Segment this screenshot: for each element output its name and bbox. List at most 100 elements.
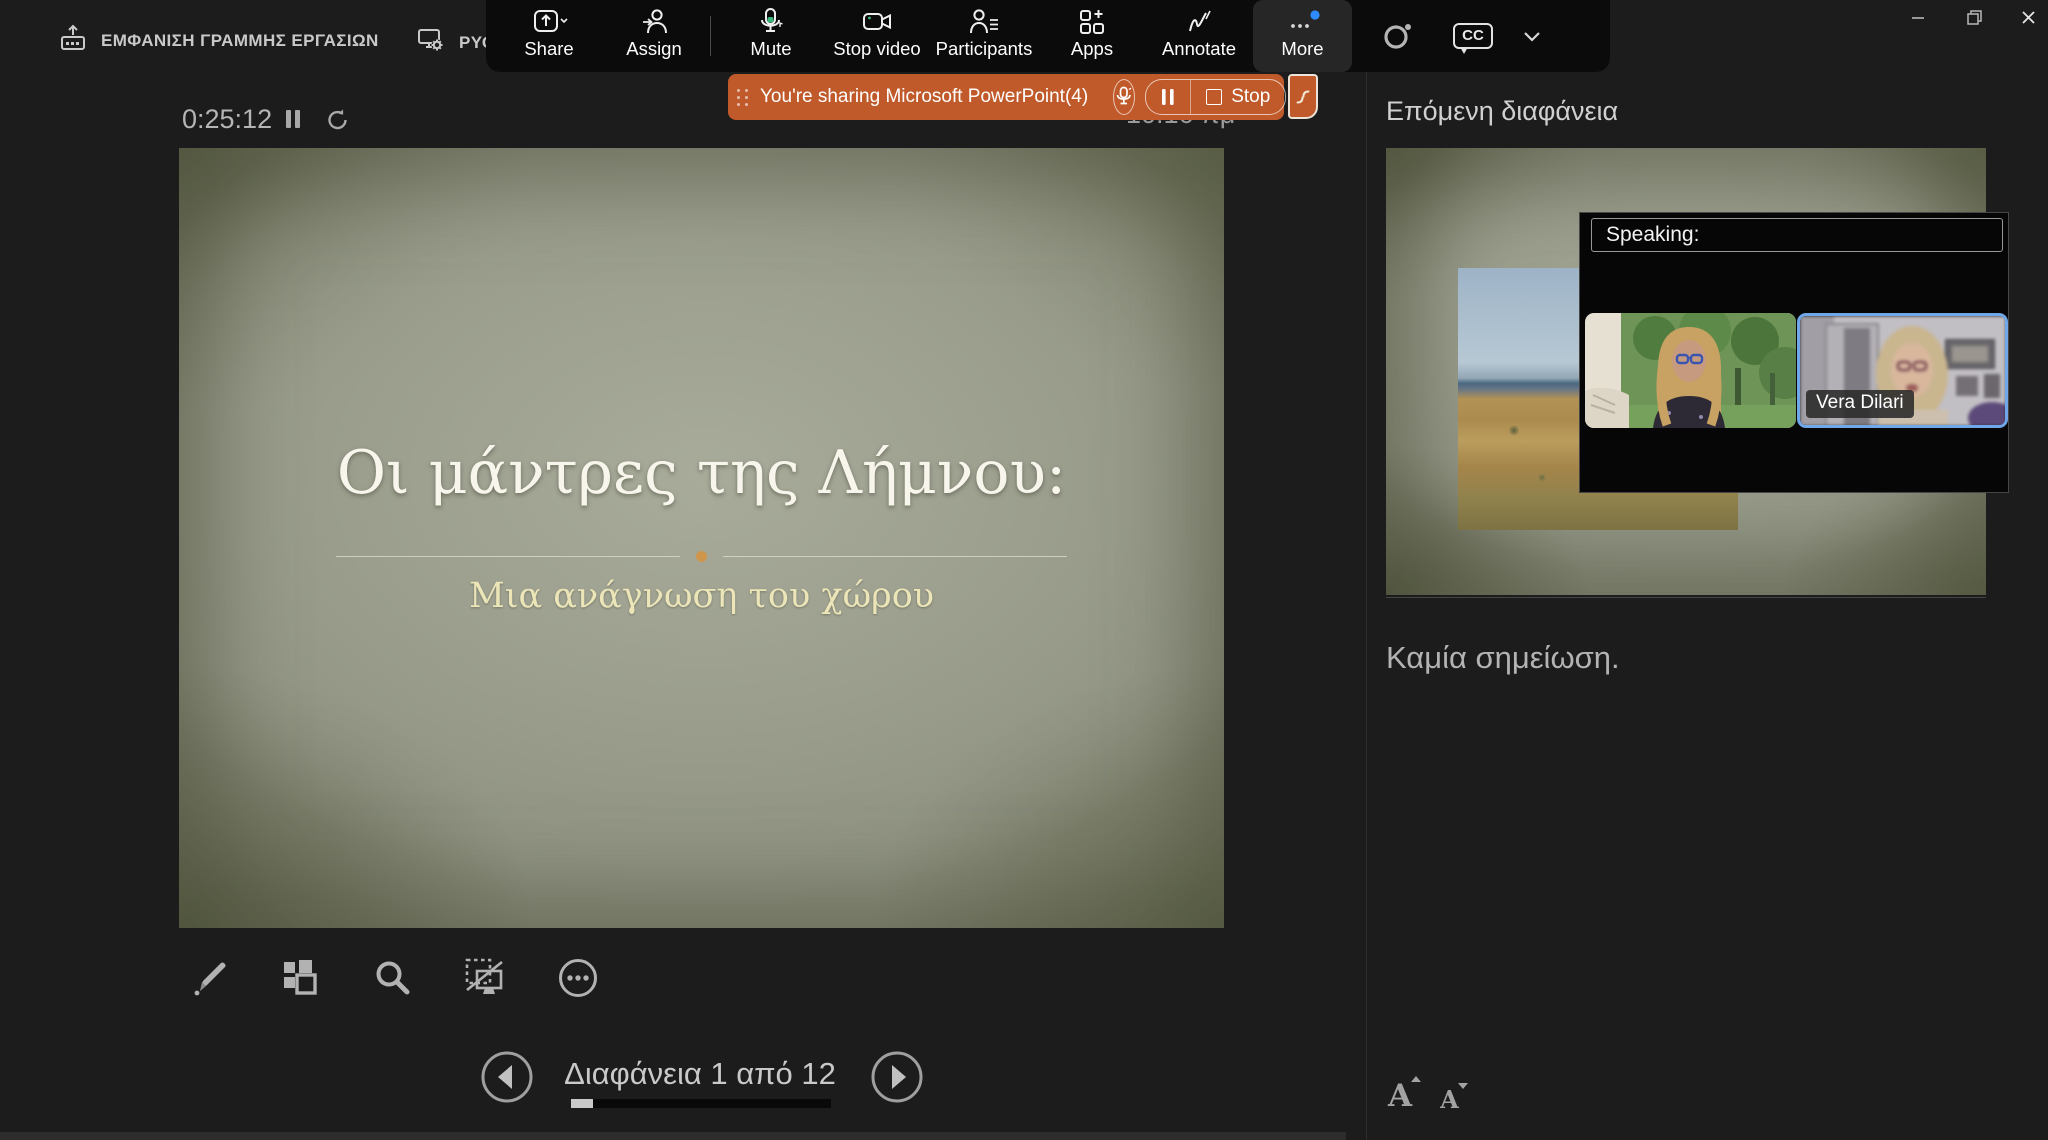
restore-window-button[interactable]	[1957, 4, 1991, 30]
share-button[interactable]: Share	[504, 0, 594, 72]
participants-button[interactable]: Participants	[924, 0, 1044, 72]
participant-webcam-image	[1585, 313, 1796, 428]
slide-title-divider	[336, 551, 1068, 562]
minimize-window-button[interactable]	[1901, 4, 1935, 30]
annotate-button[interactable]: Annotate	[1149, 0, 1249, 72]
banner-mic-button[interactable]	[1113, 79, 1135, 115]
pen-tool-button[interactable]	[182, 950, 238, 1006]
increase-font-button[interactable]: A	[1388, 1078, 1412, 1114]
slide-counter: Διαφάνεια 1 από 12	[563, 1056, 837, 1092]
close-window-button[interactable]	[2011, 4, 2045, 30]
restart-timer-icon	[330, 110, 346, 129]
panel-divider	[1366, 58, 1367, 1140]
mute-button[interactable]: Mute	[726, 0, 816, 72]
collapse-toolbar-button[interactable]	[1288, 74, 1318, 119]
ai-companion-icon	[1386, 24, 1411, 47]
stop-share-button[interactable]: Stop	[1191, 80, 1285, 114]
ellipsis-circle-icon	[561, 961, 596, 996]
notes-text: Καμία σημείωση.	[1386, 640, 1620, 676]
more-slideshow-options-button[interactable]	[550, 950, 606, 1006]
sharing-banner: You're sharing Microsoft PowerPoint(4) S…	[728, 74, 1284, 120]
slide-progress-fill	[571, 1099, 593, 1108]
current-slide[interactable]: Οι μάντρες της Λήμνου: Μια ανάγνωση του …	[179, 148, 1224, 928]
banner-mic-icon	[1118, 88, 1132, 104]
participants-label: Participants	[936, 38, 1033, 60]
chevron-down-icon	[1525, 33, 1539, 40]
assign-icon	[643, 10, 666, 33]
pause-share-icon	[1162, 89, 1174, 105]
background-window-edge	[0, 1132, 1346, 1140]
meeting-toolbar: Share Assign Mute	[486, 0, 1610, 72]
ai-companion-button[interactable]	[1368, 0, 1428, 72]
speaking-label: Speaking:	[1606, 223, 1699, 247]
zoom-slide-button[interactable]	[365, 950, 421, 1006]
display-settings-button[interactable]: ΡΥΘ	[416, 26, 495, 59]
mute-icon	[762, 9, 783, 31]
taskbar-icon	[58, 24, 88, 57]
banner-drag-handle[interactable]	[737, 89, 749, 106]
display-settings-icon	[416, 26, 446, 59]
speaking-label-box: Speaking:	[1591, 218, 2003, 252]
toolbar-expand-button[interactable]	[1512, 0, 1552, 72]
mute-label: Mute	[750, 38, 791, 60]
annotate-icon	[1190, 11, 1210, 31]
black-screen-button[interactable]	[457, 950, 513, 1006]
pause-timer-button[interactable]	[284, 108, 302, 135]
pen-icon	[195, 962, 226, 995]
restart-timer-button[interactable]	[326, 108, 350, 137]
increase-font-caret-icon	[1411, 1076, 1421, 1082]
sharing-banner-text: You're sharing Microsoft PowerPoint(4)	[760, 86, 1088, 108]
close-icon	[2023, 12, 2034, 23]
assign-label: Assign	[626, 38, 682, 60]
stop-video-label: Stop video	[833, 38, 920, 60]
assign-button[interactable]: Assign	[609, 0, 699, 72]
previous-slide-button[interactable]	[480, 1050, 534, 1104]
pause-timer-icon	[286, 110, 300, 128]
stop-share-icon	[1206, 89, 1222, 105]
slide-subtitle: Μια ανάγνωση του χώρου	[179, 576, 1224, 616]
slide-progress-track	[571, 1099, 831, 1108]
active-speaker-name: Vera Dilari	[1806, 390, 1914, 418]
see-all-slides-button[interactable]	[272, 950, 328, 1006]
share-icon	[535, 11, 557, 31]
closed-captions-button[interactable]: CC	[1443, 0, 1503, 72]
slide-title: Οι μάντρες της Λήμνου:	[179, 438, 1224, 508]
apps-icon	[1081, 10, 1103, 33]
decrease-font-caret-icon	[1458, 1083, 1468, 1089]
next-arrow-icon	[873, 1053, 921, 1101]
share-label: Share	[524, 38, 573, 60]
stop-video-icon	[864, 14, 890, 29]
restore-icon	[1968, 11, 1981, 24]
decrease-font-button[interactable]: A	[1440, 1085, 1459, 1114]
presenter-window: ΕΜΦΑΝΙΣΗ ΓΡΑΜΜΗΣ ΕΡΓΑΣΙΩΝ ΡΥΘ Share	[0, 0, 2048, 1140]
participants-icon	[971, 10, 998, 33]
apps-label: Apps	[1071, 38, 1113, 60]
speaking-overlay: Speaking:	[1579, 212, 2009, 493]
cc-icon: CC	[1453, 23, 1493, 49]
divider-dot	[696, 551, 707, 562]
show-taskbar-label: ΕΜΦΑΝΙΣΗ ΓΡΑΜΜΗΣ ΕΡΓΑΣΙΩΝ	[101, 31, 379, 51]
share-chevron-icon	[561, 19, 567, 22]
presentation-timer: 0:25:12	[182, 104, 272, 135]
next-slide-heading: Επόμενη διαφάνεια	[1386, 96, 1618, 127]
notification-dot	[1310, 10, 1319, 19]
pause-share-button[interactable]	[1146, 80, 1190, 114]
slide-sorter-icon	[284, 960, 315, 993]
pause-stop-pill: Stop	[1145, 79, 1286, 115]
annotate-label: Annotate	[1162, 38, 1236, 60]
show-taskbar-button[interactable]: ΕΜΦΑΝΙΣΗ ΓΡΑΜΜΗΣ ΕΡΓΑΣΙΩΝ	[58, 24, 379, 57]
apps-button[interactable]: Apps	[1047, 0, 1137, 72]
active-speaker-video-tile[interactable]: Vera Dilari	[1797, 313, 2008, 428]
more-label: More	[1281, 38, 1323, 60]
collapse-toolbar-icon	[1298, 91, 1309, 102]
stop-share-label: Stop	[1231, 86, 1270, 108]
participant-video-tile[interactable]	[1585, 313, 1796, 428]
notes-font-controls: A A	[1388, 1078, 1459, 1114]
toolbar-separator	[710, 16, 711, 56]
notes-divider	[1386, 597, 1986, 598]
next-slide-button[interactable]	[870, 1050, 924, 1104]
stop-video-button[interactable]: Stop video	[822, 0, 932, 72]
more-button[interactable]: More	[1253, 0, 1352, 72]
more-icon	[1291, 24, 1309, 28]
magnifier-icon	[379, 964, 408, 993]
